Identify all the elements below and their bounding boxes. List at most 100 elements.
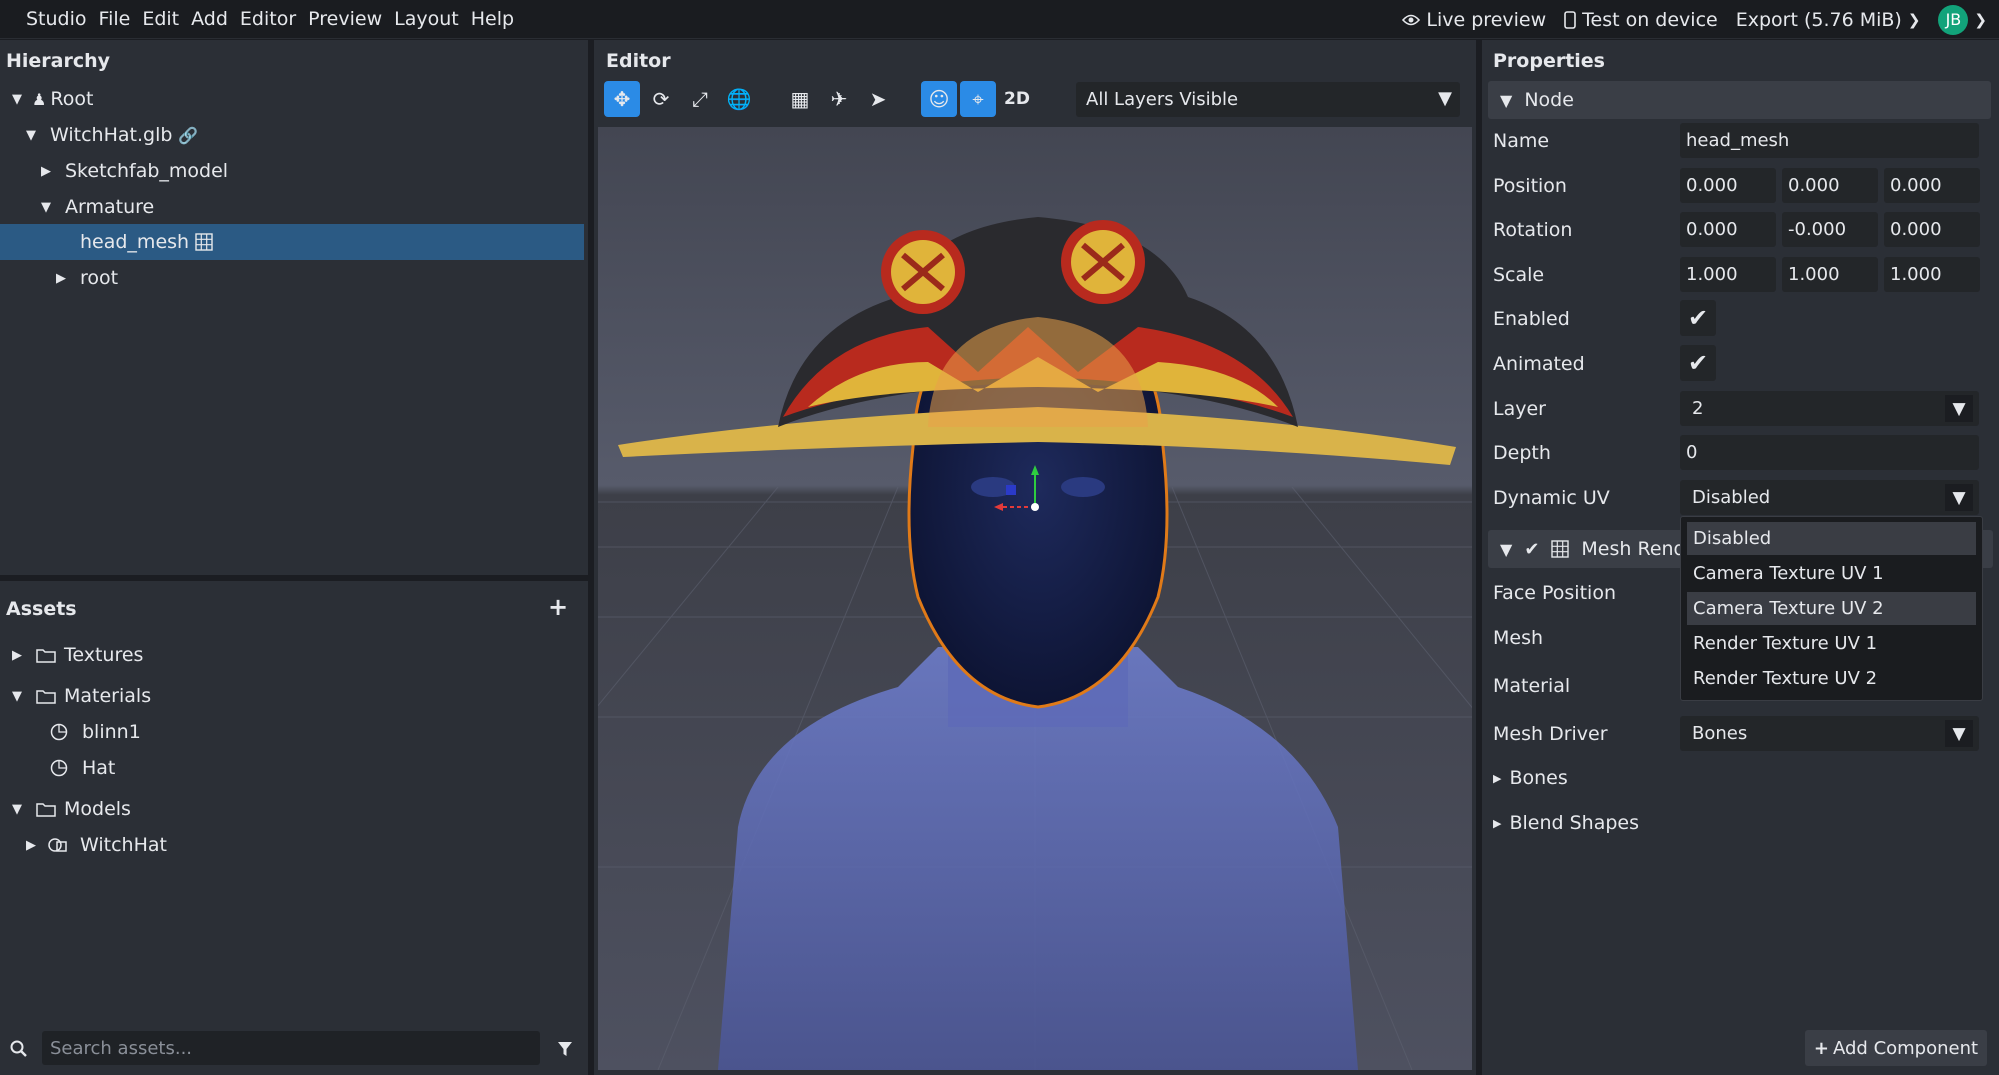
position-x-field[interactable]: 0.000: [1680, 168, 1776, 203]
search-assets-input[interactable]: Search assets...: [42, 1031, 540, 1065]
collapsed-arrow-icon[interactable]: ▶: [12, 648, 28, 663]
asset-folder-models[interactable]: ▼ Models: [12, 791, 131, 827]
layer-dropdown[interactable]: 2 ▼: [1680, 391, 1979, 426]
asset-folder-materials[interactable]: ▼ Materials: [12, 678, 151, 714]
rotation-y-field[interactable]: -0.000: [1782, 212, 1878, 247]
asset-model-witchhat[interactable]: ▶ WitchHat: [26, 827, 167, 863]
add-asset-button[interactable]: +: [548, 593, 568, 621]
expanded-arrow-icon[interactable]: ▼: [12, 689, 28, 704]
scale-label: Scale: [1493, 264, 1545, 286]
menu-edit[interactable]: Edit: [136, 8, 185, 30]
tree-item-witchhat-glb[interactable]: ▼ WitchHat.glb 🔗: [26, 117, 198, 153]
3d-viewport[interactable]: [598, 127, 1472, 1070]
enabled-label: Enabled: [1493, 308, 1570, 330]
grid-button[interactable]: ▦: [782, 81, 818, 117]
collapsed-arrow-icon[interactable]: ▶: [56, 271, 72, 286]
chevron-down-icon: ❯: [1974, 10, 1987, 29]
fly-camera-button[interactable]: ✈: [821, 81, 857, 117]
world-space-button[interactable]: 🌐: [721, 81, 757, 117]
tree-item-label: Root: [50, 88, 94, 110]
layer-value: 2: [1692, 398, 1704, 419]
collapsed-arrow-icon[interactable]: ▶: [41, 164, 57, 179]
dynamic-uv-dropdown[interactable]: Disabled ▼: [1680, 480, 1979, 515]
asset-material-hat[interactable]: Hat: [50, 750, 115, 786]
position-label: Position: [1493, 175, 1567, 197]
mesh-grid-icon: [1551, 540, 1570, 558]
asset-material-blinn1[interactable]: blinn1: [50, 714, 141, 750]
navigate-button[interactable]: ➤: [860, 81, 896, 117]
checkmark-icon: ✔: [1687, 349, 1709, 377]
assets-panel: Assets + ▶ Textures ▼ Materials blinn1 H…: [0, 581, 588, 1075]
mesh-label: Mesh: [1493, 627, 1544, 649]
tree-item-armature[interactable]: ▼ Armature: [41, 189, 154, 225]
menu-file[interactable]: File: [93, 8, 137, 30]
expanded-arrow-icon: ▼: [1500, 90, 1513, 110]
dropdown-arrow-icon: ▼: [1945, 720, 1973, 747]
tree-item-sketchfab-model[interactable]: ▶ Sketchfab_model: [41, 153, 228, 189]
scale-x-field[interactable]: 1.000: [1680, 257, 1776, 292]
expanded-arrow-icon: ▼: [1500, 539, 1513, 559]
animated-checkbox[interactable]: ✔: [1680, 345, 1716, 381]
rotate-tool-button[interactable]: ⟳: [643, 81, 679, 117]
dynamic-uv-options-menu: Disabled Camera Texture UV 1 Camera Text…: [1680, 516, 1983, 701]
mesh-driver-label: Mesh Driver: [1493, 723, 1608, 745]
model-icon: [48, 838, 67, 852]
material-icon: [50, 759, 68, 777]
account-menu[interactable]: JB ❯: [1938, 4, 1987, 35]
mesh-driver-dropdown[interactable]: Bones ▼: [1680, 716, 1979, 751]
menu-layout[interactable]: Layout: [388, 8, 465, 30]
tree-item-root[interactable]: ▼ ♟ Root: [12, 81, 93, 117]
editor-toolbar: ✥ ⟳ ⤢ 🌐 ▦ ✈ ➤ ☺ ⌖ 2D: [604, 81, 1038, 117]
node-section-header[interactable]: ▼ Node: [1488, 81, 1991, 119]
position-y-field[interactable]: 0.000: [1782, 168, 1878, 203]
collapsed-arrow-icon: ▶: [1493, 771, 1502, 785]
live-preview-button[interactable]: Live preview: [1402, 9, 1546, 31]
rotation-x-field[interactable]: 0.000: [1680, 212, 1776, 247]
option-render-texture-uv-2[interactable]: Render Texture UV 2: [1687, 662, 1976, 695]
add-component-button[interactable]: + Add Component: [1805, 1030, 1987, 1066]
eye-icon: [1402, 14, 1421, 25]
menu-editor[interactable]: Editor: [234, 8, 302, 30]
menu-add[interactable]: Add: [185, 8, 234, 30]
blend-shapes-expander[interactable]: ▶ Blend Shapes: [1493, 812, 1639, 834]
search-icon: [10, 1040, 27, 1057]
rotation-z-field[interactable]: 0.000: [1884, 212, 1980, 247]
face-preview-button[interactable]: ☺: [921, 81, 957, 117]
rotate-icon: ⟳: [652, 87, 670, 111]
test-on-device-button[interactable]: Test on device: [1564, 9, 1718, 31]
scale-tool-button[interactable]: ⤢: [682, 81, 718, 117]
move-tool-button[interactable]: ✥: [604, 81, 640, 117]
expanded-arrow-icon[interactable]: ▼: [12, 802, 28, 817]
depth-field[interactable]: 0: [1680, 435, 1979, 470]
filter-icon[interactable]: [557, 1041, 573, 1057]
option-disabled[interactable]: Disabled: [1687, 522, 1976, 555]
enabled-checkbox[interactable]: ✔: [1680, 300, 1716, 336]
expanded-arrow-icon[interactable]: ▼: [12, 92, 28, 107]
option-camera-texture-uv-2[interactable]: Camera Texture UV 2: [1687, 592, 1976, 625]
chevron-down-icon: ❯: [1907, 10, 1921, 29]
option-camera-texture-uv-1[interactable]: Camera Texture UV 1: [1687, 557, 1976, 590]
collapsed-arrow-icon[interactable]: ▶: [26, 838, 42, 853]
layer-label: Layer: [1493, 398, 1546, 420]
expanded-arrow-icon[interactable]: ▼: [41, 200, 57, 215]
menu-studio[interactable]: Studio: [20, 8, 93, 30]
focus-button[interactable]: ⌖: [960, 81, 996, 117]
scale-y-field[interactable]: 1.000: [1782, 257, 1878, 292]
position-z-field[interactable]: 0.000: [1884, 168, 1980, 203]
menu-help[interactable]: Help: [465, 8, 520, 30]
name-field[interactable]: head_mesh: [1680, 123, 1979, 158]
folder-icon: [36, 803, 56, 817]
tree-item-head-mesh[interactable]: head_mesh: [80, 224, 213, 260]
bones-expander[interactable]: ▶ Bones: [1493, 767, 1568, 789]
layers-visibility-dropdown[interactable]: All Layers Visible ▼: [1076, 82, 1460, 117]
expanded-arrow-icon[interactable]: ▼: [26, 128, 42, 143]
menu-preview[interactable]: Preview: [302, 8, 388, 30]
checkmark-icon[interactable]: ✔: [1524, 539, 1539, 560]
option-render-texture-uv-1[interactable]: Render Texture UV 1: [1687, 627, 1976, 660]
export-button[interactable]: Export (5.76 MiB) ❯: [1736, 9, 1921, 31]
tree-item-root-bone[interactable]: ▶ root: [56, 260, 118, 296]
asset-folder-textures[interactable]: ▶ Textures: [12, 637, 143, 673]
scale-z-field[interactable]: 1.000: [1884, 257, 1980, 292]
mode-2d-button[interactable]: 2D: [999, 81, 1035, 117]
node-section-label: Node: [1524, 89, 1574, 111]
